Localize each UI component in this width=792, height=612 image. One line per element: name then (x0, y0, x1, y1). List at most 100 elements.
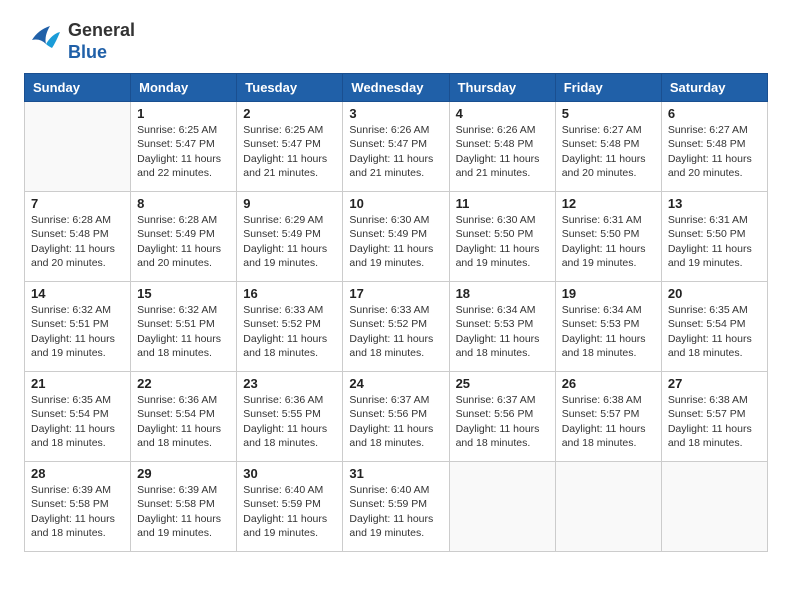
daylight-label: Daylight: 11 hours and 20 minutes. (31, 243, 115, 269)
sunset-label: Sunset: 5:53 PM (456, 318, 534, 330)
day-number: 7 (31, 196, 124, 211)
day-info: Sunrise: 6:34 AM Sunset: 5:53 PM Daylight:… (456, 303, 549, 360)
calendar-cell: 10Sunrise: 6:30 AMSunset: 5:49 PMDayligh… (343, 192, 449, 282)
calendar-cell: 26Sunrise: 6:38 AMSunset: 5:57 PMDayligh… (555, 372, 661, 462)
sunrise-label: Sunrise: 6:28 AM (137, 214, 217, 226)
page-header: General Blue (24, 20, 768, 63)
calendar-cell: 5Sunrise: 6:27 AMSunset: 5:48 PMDaylight… (555, 102, 661, 192)
day-info: Sunrise: 6:27 AMSunset: 5:48 PMDaylight:… (668, 123, 761, 180)
calendar-cell: 2 Sunrise: 6:25 AM Sunset: 5:47 PM Daylight… (237, 102, 343, 192)
day-number: 30 (243, 466, 336, 481)
daylight-label: Daylight: 11 hours and 19 minutes. (137, 513, 221, 539)
sunset-label: Sunset: 5:47 PM (243, 138, 321, 150)
day-info: Sunrise: 6:27 AMSunset: 5:48 PMDaylight:… (562, 123, 655, 180)
day-number: 28 (31, 466, 124, 481)
day-info: Sunrise: 6:25 AM Sunset: 5:47 PM Daylight:… (243, 123, 336, 180)
sunset-label: Sunset: 5:54 PM (31, 408, 109, 420)
day-info: Sunrise: 6:32 AMSunset: 5:51 PMDaylight:… (137, 303, 230, 360)
calendar-week-row: 21Sunrise: 6:35 AMSunset: 5:54 PMDayligh… (25, 372, 768, 462)
calendar-cell: 13 Sunrise: 6:31 AM Sunset: 5:50 PM Dayligh… (661, 192, 767, 282)
day-number: 5 (562, 106, 655, 121)
calendar-cell: 22Sunrise: 6:36 AMSunset: 5:54 PMDayligh… (131, 372, 237, 462)
daylight-label: Daylight: 11 hours and 18 minutes. (668, 423, 752, 449)
sunrise-label: Sunrise: 6:34 AM (562, 304, 642, 316)
daylight-label: Daylight: 11 hours and 21 minutes. (243, 153, 327, 179)
daylight-label: Daylight: 11 hours and 19 minutes. (668, 243, 752, 269)
calendar-cell: 3Sunrise: 6:26 AMSunset: 5:47 PMDaylight… (343, 102, 449, 192)
weekday-header-saturday: Saturday (661, 74, 767, 102)
calendar-cell: 30Sunrise: 6:40 AMSunset: 5:59 PMDayligh… (237, 462, 343, 552)
sunrise-label: Sunrise: 6:38 AM (668, 394, 748, 406)
sunset-label: Sunset: 5:50 PM (562, 228, 640, 240)
day-number: 16 (243, 286, 336, 301)
sunrise-label: Sunrise: 6:27 AM (562, 124, 642, 136)
calendar-cell: 19Sunrise: 6:34 AMSunset: 5:53 PMDayligh… (555, 282, 661, 372)
day-info: Sunrise: 6:34 AMSunset: 5:53 PMDaylight:… (562, 303, 655, 360)
day-number: 17 (349, 286, 442, 301)
calendar-cell: 27Sunrise: 6:38 AMSunset: 5:57 PMDayligh… (661, 372, 767, 462)
daylight-label: Daylight: 11 hours and 20 minutes. (137, 243, 221, 269)
daylight-label: Daylight: 11 hours and 18 minutes. (349, 423, 433, 449)
day-number: 2 (243, 106, 336, 121)
daylight-label: Daylight: 11 hours and 18 minutes. (31, 513, 115, 539)
day-info: Sunrise: 6:26 AMSunset: 5:47 PMDaylight:… (349, 123, 442, 180)
weekday-header-tuesday: Tuesday (237, 74, 343, 102)
weekday-header-monday: Monday (131, 74, 237, 102)
sunrise-label: Sunrise: 6:30 AM (456, 214, 536, 226)
sunset-label: Sunset: 5:47 PM (137, 138, 215, 150)
sunrise-label: Sunrise: 6:40 AM (243, 484, 323, 496)
sunrise-label: Sunrise: 6:32 AM (31, 304, 111, 316)
calendar-table: SundayMondayTuesdayWednesdayThursdayFrid… (24, 73, 768, 552)
sunrise-label: Sunrise: 6:25 AM (243, 124, 323, 136)
sunrise-label: Sunrise: 6:31 AM (562, 214, 642, 226)
sunset-label: Sunset: 5:50 PM (668, 228, 746, 240)
calendar-cell: 14Sunrise: 6:32 AMSunset: 5:51 PMDayligh… (25, 282, 131, 372)
day-number: 24 (349, 376, 442, 391)
sunrise-label: Sunrise: 6:34 AM (456, 304, 536, 316)
sunset-label: Sunset: 5:55 PM (243, 408, 321, 420)
day-info: Sunrise: 6:37 AMSunset: 5:56 PMDaylight:… (349, 393, 442, 450)
calendar-cell (449, 462, 555, 552)
daylight-label: Daylight: 11 hours and 20 minutes. (668, 153, 752, 179)
sunset-label: Sunset: 5:54 PM (137, 408, 215, 420)
day-info: Sunrise: 6:35 AMSunset: 5:54 PMDaylight:… (31, 393, 124, 450)
sunset-label: Sunset: 5:52 PM (243, 318, 321, 330)
weekday-header-wednesday: Wednesday (343, 74, 449, 102)
sunset-label: Sunset: 5:59 PM (243, 498, 321, 510)
sunrise-label: Sunrise: 6:37 AM (456, 394, 536, 406)
calendar-cell: 1Sunrise: 6:25 AMSunset: 5:47 PMDaylight… (131, 102, 237, 192)
day-info: Sunrise: 6:29 AMSunset: 5:49 PMDaylight:… (243, 213, 336, 270)
calendar-week-row: 1Sunrise: 6:25 AMSunset: 5:47 PMDaylight… (25, 102, 768, 192)
sunrise-label: Sunrise: 6:39 AM (137, 484, 217, 496)
sunrise-label: Sunrise: 6:39 AM (31, 484, 111, 496)
daylight-label: Daylight: 11 hours and 18 minutes. (137, 333, 221, 359)
logo: General Blue (24, 20, 135, 63)
calendar-cell: 16 Sunrise: 6:33 AM Sunset: 5:52 PM Dayligh… (237, 282, 343, 372)
sunset-label: Sunset: 5:48 PM (668, 138, 746, 150)
calendar-cell: 31Sunrise: 6:40 AMSunset: 5:59 PMDayligh… (343, 462, 449, 552)
sunrise-label: Sunrise: 6:35 AM (31, 394, 111, 406)
daylight-label: Daylight: 11 hours and 18 minutes. (243, 333, 327, 359)
day-number: 27 (668, 376, 761, 391)
sunrise-label: Sunrise: 6:25 AM (137, 124, 217, 136)
day-info: Sunrise: 6:28 AMSunset: 5:49 PMDaylight:… (137, 213, 230, 270)
sunset-label: Sunset: 5:53 PM (562, 318, 640, 330)
sunset-label: Sunset: 5:49 PM (349, 228, 427, 240)
calendar-header-row: SundayMondayTuesdayWednesdayThursdayFrid… (25, 74, 768, 102)
day-info: Sunrise: 6:31 AM Sunset: 5:50 PM Daylight:… (668, 213, 761, 270)
sunrise-label: Sunrise: 6:31 AM (668, 214, 748, 226)
sunrise-label: Sunrise: 6:29 AM (243, 214, 323, 226)
sunrise-label: Sunrise: 6:33 AM (243, 304, 323, 316)
calendar-cell: 21Sunrise: 6:35 AMSunset: 5:54 PMDayligh… (25, 372, 131, 462)
sunrise-label: Sunrise: 6:35 AM (668, 304, 748, 316)
day-number: 19 (562, 286, 655, 301)
logo-icon (24, 22, 62, 62)
day-number: 13 (668, 196, 761, 211)
daylight-label: Daylight: 11 hours and 19 minutes. (456, 243, 540, 269)
day-number: 29 (137, 466, 230, 481)
day-info: Sunrise: 6:36 AMSunset: 5:55 PMDaylight:… (243, 393, 336, 450)
sunrise-label: Sunrise: 6:28 AM (31, 214, 111, 226)
day-number: 12 (562, 196, 655, 211)
daylight-label: Daylight: 11 hours and 18 minutes. (456, 333, 540, 359)
sunset-label: Sunset: 5:48 PM (562, 138, 640, 150)
